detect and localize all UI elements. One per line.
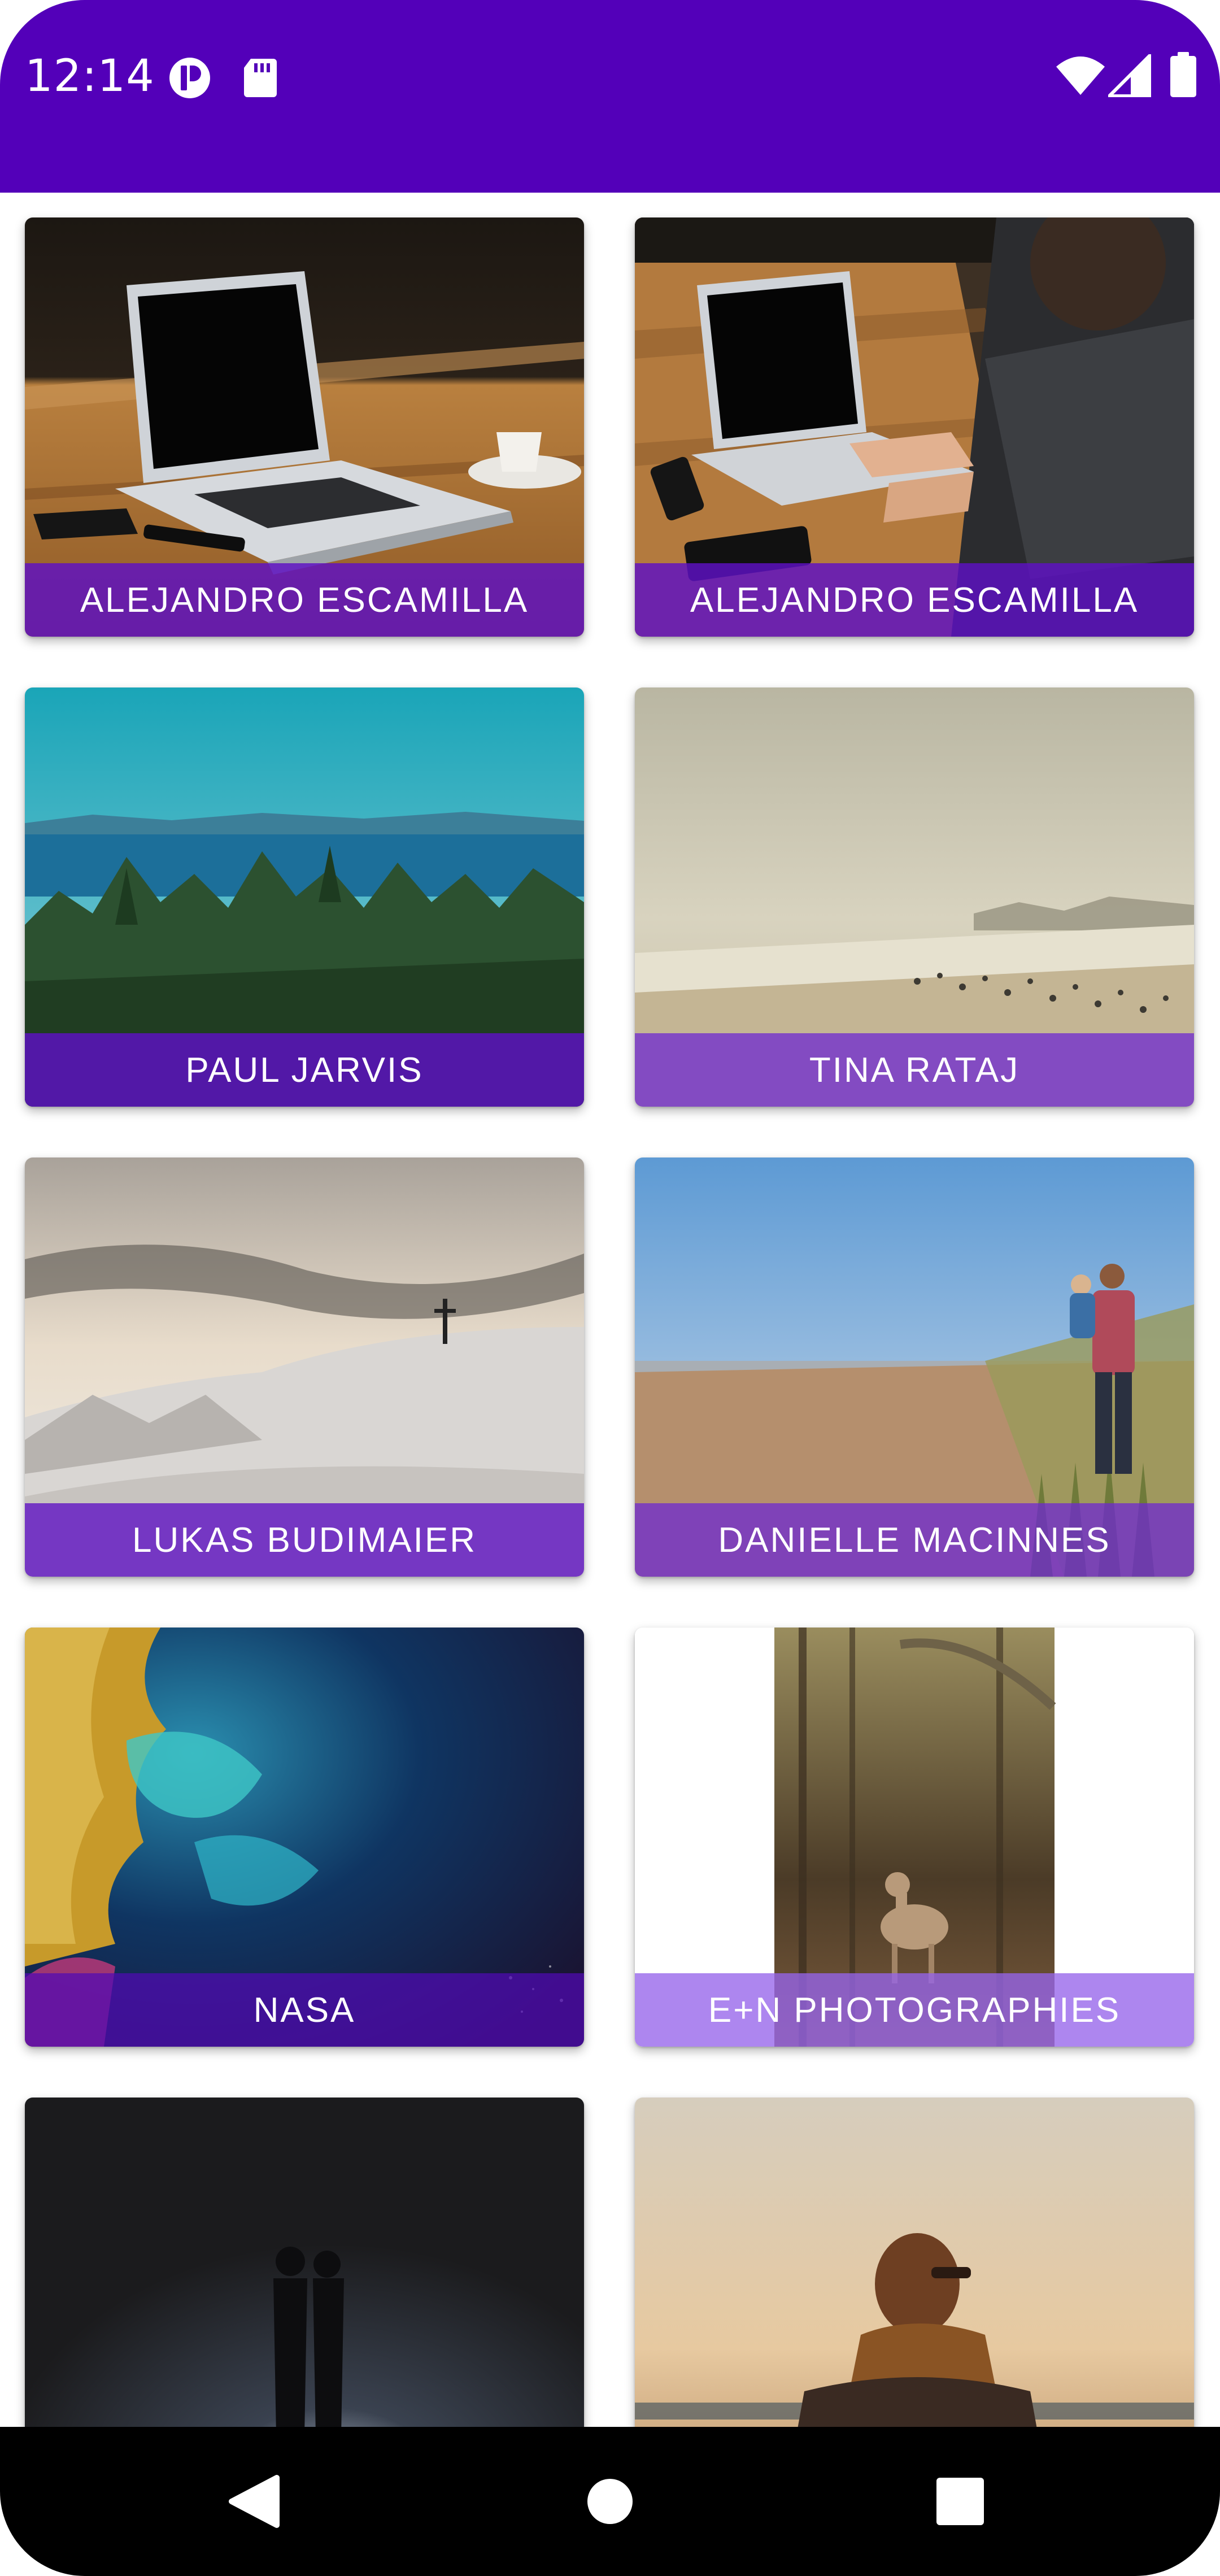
photo-card[interactable] <box>25 2098 584 2427</box>
navigation-bar <box>0 2427 1220 2576</box>
author-name: TINA RATAJ <box>809 1050 1020 1090</box>
app-screen: 12:14 ALEJANDRO ESCAMILLA ALEJANDRO ESCA… <box>0 0 1220 2576</box>
photo-card[interactable] <box>635 2098 1194 2427</box>
wifi-icon <box>1056 56 1105 95</box>
author-caption-bar: LUKAS BUDIMAIER <box>25 1503 584 1577</box>
photo-image <box>635 2098 1194 2427</box>
author-name: PAUL JARVIS <box>185 1050 424 1090</box>
author-name: E+N PHOTOGRAPHIES <box>708 1990 1121 2030</box>
recents-icon[interactable] <box>921 2466 1000 2536</box>
author-caption-bar: PAUL JARVIS <box>25 1033 584 1107</box>
notification-app-icon <box>169 58 210 98</box>
photo-card[interactable]: ALEJANDRO ESCAMILLA <box>25 217 584 637</box>
photo-card[interactable]: LUKAS BUDIMAIER <box>25 1158 584 1577</box>
photo-card[interactable]: ALEJANDRO ESCAMILLA <box>635 217 1194 637</box>
author-caption-bar: TINA RATAJ <box>635 1033 1194 1107</box>
author-name: NASA <box>253 1990 356 2030</box>
author-name: ALEJANDRO ESCAMILLA <box>690 580 1139 620</box>
author-name: LUKAS BUDIMAIER <box>132 1520 477 1560</box>
author-caption-bar: NASA <box>25 1973 584 2047</box>
home-icon[interactable] <box>570 2466 650 2536</box>
photo-card[interactable]: PAUL JARVIS <box>25 687 584 1107</box>
author-caption-bar: DANIELLE MACINNES <box>635 1503 1194 1577</box>
status-bar: 12:14 <box>0 0 1220 193</box>
author-caption-bar: ALEJANDRO ESCAMILLA <box>635 563 1194 637</box>
author-name: DANIELLE MACINNES <box>718 1520 1111 1560</box>
author-caption-bar: ALEJANDRO ESCAMILLA <box>25 563 584 637</box>
photo-grid: ALEJANDRO ESCAMILLA ALEJANDRO ESCAMILLA … <box>0 193 1220 2427</box>
photo-card[interactable]: TINA RATAJ <box>635 687 1194 1107</box>
author-caption-bar: E+N PHOTOGRAPHIES <box>635 1973 1194 2047</box>
photo-card[interactable]: E+N PHOTOGRAPHIES <box>635 1628 1194 2047</box>
photo-card[interactable]: NASA <box>25 1628 584 2047</box>
author-name: ALEJANDRO ESCAMILLA <box>80 580 529 620</box>
cellular-signal-icon <box>1108 54 1151 97</box>
sd-card-icon <box>244 59 277 97</box>
photo-card[interactable]: DANIELLE MACINNES <box>635 1158 1194 1577</box>
status-time: 12:14 <box>25 51 155 102</box>
photo-image <box>25 2098 584 2427</box>
back-icon[interactable] <box>215 2466 294 2536</box>
battery-icon <box>1170 52 1196 97</box>
